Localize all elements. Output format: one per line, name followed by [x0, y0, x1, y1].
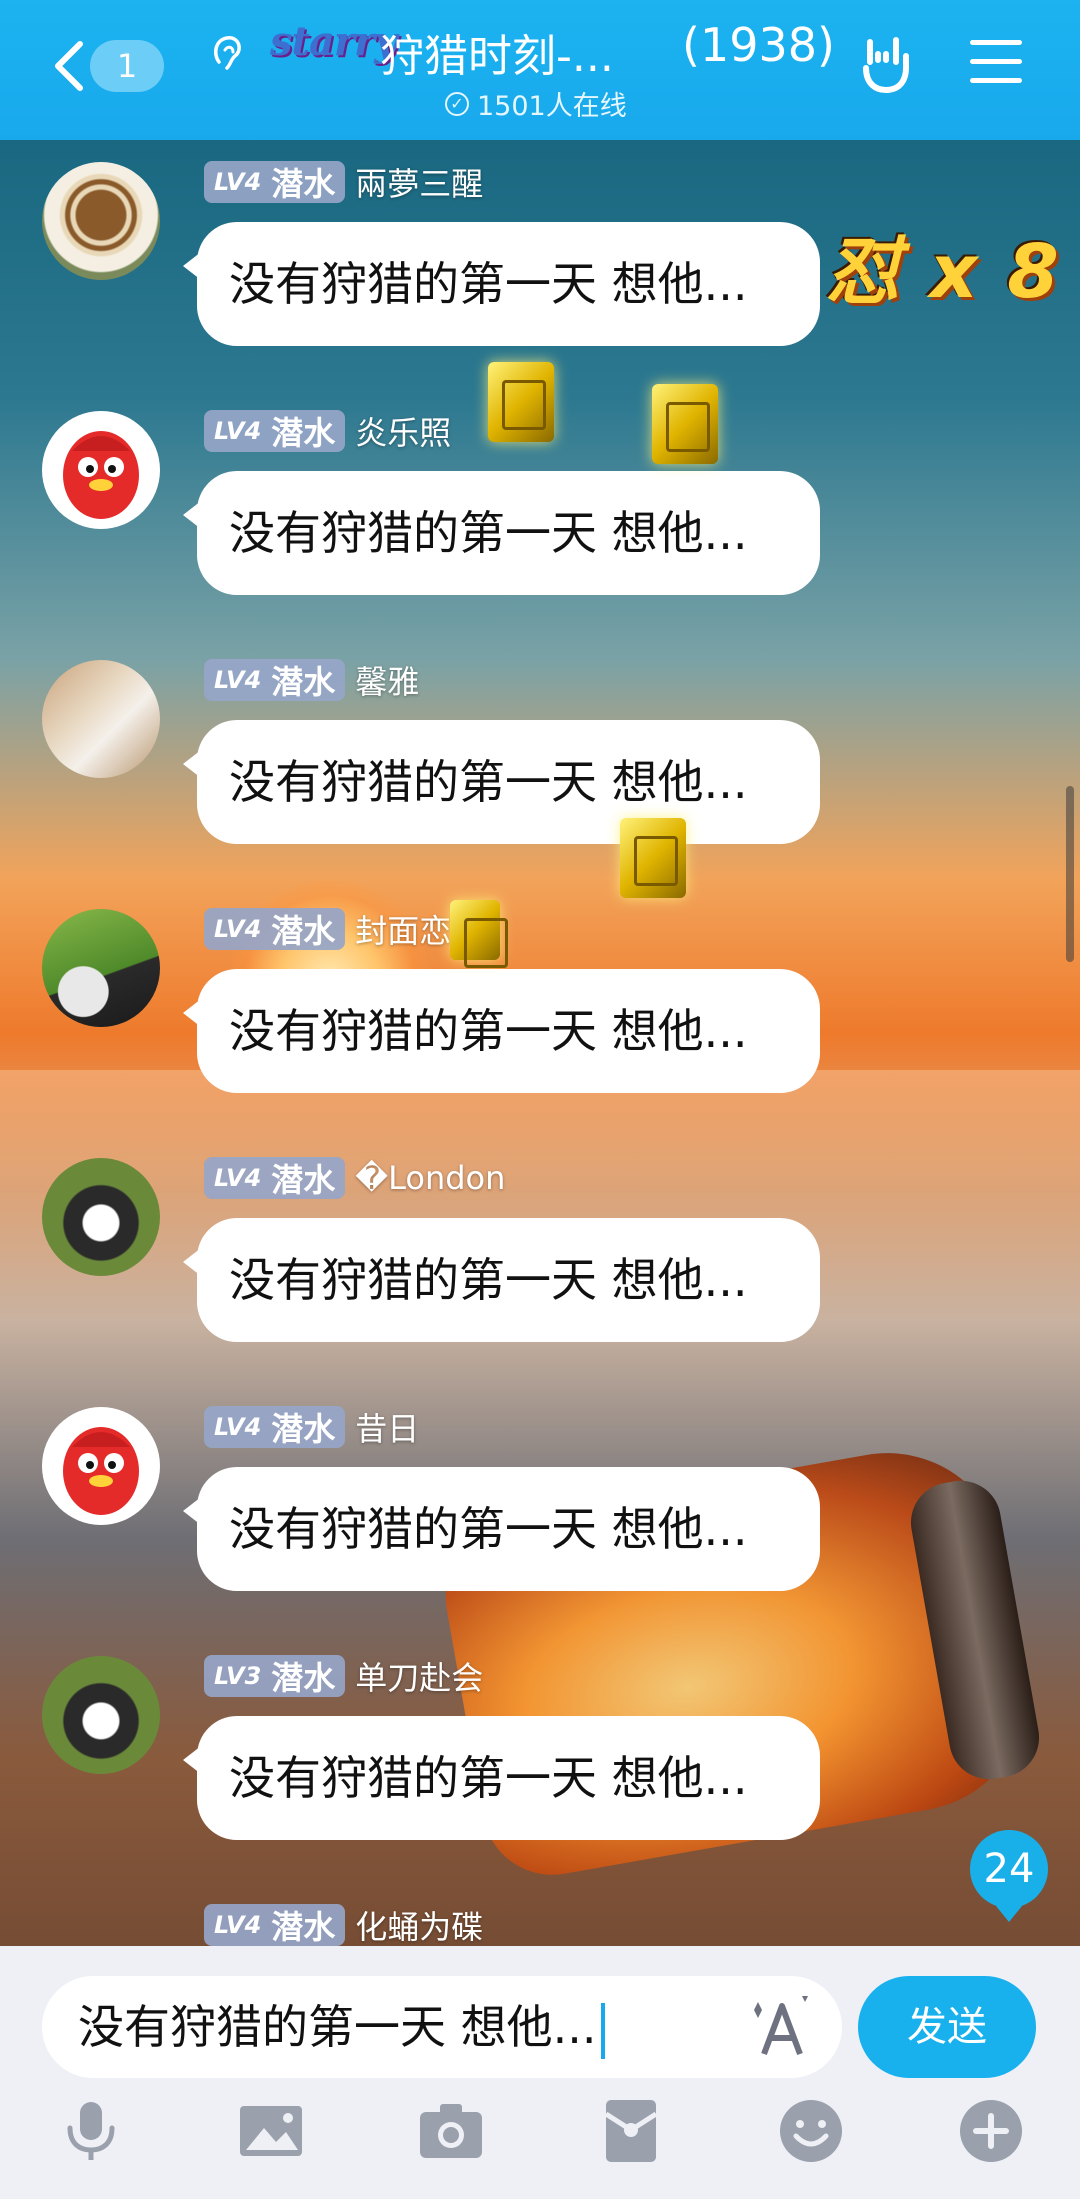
message-item: LV4 潜水 封面恋 没有狩猎的第一天 想他... [0, 889, 1080, 1139]
rank-label: 潜水 [271, 1659, 336, 1697]
message-input[interactable]: 没有狩猎的第一天 想他... [42, 1976, 842, 2078]
level-label: LV4 [214, 1911, 262, 1939]
gift-box-icon [488, 362, 554, 442]
level-label: LV4 [214, 1413, 262, 1441]
group-logo: starry [270, 18, 397, 65]
message-bubble[interactable]: 没有狩猎的第一天 想他... [183, 1467, 820, 1591]
check-circle-icon: ✓ [445, 91, 469, 116]
sender-meta: LV4 潜水 化蛹为碟 [204, 1903, 483, 1946]
level-badge: LV4 潜水 [204, 410, 346, 452]
group-title[interactable]: 狩猎时刻-... [380, 20, 614, 84]
sender-meta: LV4 潜水 封面恋 [204, 907, 451, 951]
sender-name[interactable]: 昔日 [355, 1404, 419, 1450]
rank-label: 潜水 [271, 165, 336, 203]
message-bubble[interactable]: 没有狩猎的第一天 想他... [183, 720, 820, 844]
level-label: LV4 [214, 666, 262, 694]
sender-name[interactable]: �London [355, 1159, 505, 1197]
message-item: LV4 潜水 昔日 没有狩猎的第一天 想他... [0, 1387, 1080, 1637]
message-composer: 没有狩猎的第一天 想他... 发送 [0, 1946, 1080, 2199]
level-label: LV4 [214, 915, 262, 943]
level-badge: LV4 潜水 [204, 659, 346, 701]
message-input-value: 没有狩猎的第一天 想他... [78, 2000, 597, 2054]
level-label: LV4 [214, 1164, 262, 1192]
member-count: (1938) [682, 18, 835, 72]
unread-count-badge[interactable]: 1 [90, 40, 164, 92]
emoji-icon[interactable] [776, 2096, 846, 2166]
sender-meta: LV4 潜水 兩夢三醒 [204, 160, 483, 204]
sender-meta: LV3 潜水 单刀赴会 [204, 1654, 483, 1698]
sender-name[interactable]: 单刀赴会 [355, 1653, 483, 1699]
new-messages-badge[interactable]: 24 [970, 1830, 1048, 1922]
message-bubble[interactable]: 没有狩猎的第一天 想他... [183, 471, 820, 595]
sender-name[interactable]: 兩夢三醒 [355, 159, 483, 205]
red-packet-icon[interactable] [596, 2096, 666, 2166]
avatar[interactable] [42, 909, 160, 1027]
avatar[interactable] [42, 660, 160, 778]
message-item: LV3 潜水 单刀赴会 没有狩猎的第一天 想他... [0, 1636, 1080, 1886]
rank-label: 潜水 [271, 1410, 336, 1448]
message-bubble[interactable]: 没有狩猎的第一天 想他... [183, 222, 820, 346]
message-bubble[interactable]: 没有狩猎的第一天 想他... [183, 1218, 820, 1342]
avatar[interactable] [42, 1656, 160, 1774]
qq-penguin-icon [63, 1427, 139, 1515]
avatar[interactable] [42, 1158, 160, 1276]
qq-penguin-icon [63, 431, 139, 519]
level-label: LV3 [214, 1662, 262, 1690]
avatar[interactable] [42, 1407, 160, 1525]
microphone-icon[interactable] [56, 2096, 126, 2166]
message-item: LV4 潜水 馨雅 没有狩猎的第一天 想他... [0, 640, 1080, 890]
rank-label: 潜水 [271, 414, 336, 452]
message-bubble[interactable]: 没有狩猎的第一天 想他... [183, 1716, 820, 1840]
sender-meta: LV4 潜水 馨雅 [204, 658, 419, 702]
image-icon[interactable] [236, 2096, 306, 2166]
level-badge: LV4 潜水 [204, 1406, 346, 1448]
online-count: 1501人在线 [477, 91, 627, 122]
send-button[interactable]: 发送 [858, 1976, 1036, 2078]
gift-box-icon [450, 900, 508, 968]
rank-label: 潜水 [271, 912, 336, 950]
camera-icon[interactable] [416, 2096, 486, 2166]
ear-icon[interactable] [205, 32, 249, 76]
message-item: LV4 潜水 �London 没有狩猎的第一天 想他... [0, 1138, 1080, 1388]
rank-label: 潜水 [271, 1908, 336, 1946]
level-label: LV4 [214, 168, 262, 196]
rock-hand-icon[interactable] [856, 32, 916, 96]
level-badge: LV3 潜水 [204, 1655, 346, 1697]
menu-icon[interactable] [970, 40, 1022, 86]
rank-label: 潜水 [271, 1161, 336, 1199]
level-label: LV4 [214, 417, 262, 445]
level-badge: LV4 潜水 [204, 1157, 346, 1199]
rank-label: 潜水 [271, 663, 336, 701]
level-badge: LV4 潜水 [204, 1904, 346, 1946]
gift-combo-counter: 怼 x 8 [826, 229, 1061, 315]
sender-name[interactable]: 馨雅 [355, 657, 419, 703]
back-arrow-icon[interactable] [50, 38, 90, 94]
message-bubble[interactable]: 没有狩猎的第一天 想他... [183, 969, 820, 1093]
scrollbar[interactable] [1066, 786, 1074, 962]
top-bar: 1 starry 狩猎时刻-... (1938) ✓ 1501人在线 [0, 0, 1080, 140]
sender-meta: LV4 潜水 昔日 [204, 1405, 419, 1449]
online-status: ✓ 1501人在线 [445, 84, 627, 123]
sender-meta: LV4 潜水 炎乐照 [204, 409, 451, 453]
sender-name[interactable]: 封面恋 [355, 906, 451, 952]
sender-name[interactable]: 化蛹为碟 [355, 1902, 483, 1946]
gift-box-icon [652, 384, 718, 464]
text-caret [600, 2002, 605, 2059]
avatar[interactable] [42, 162, 160, 280]
sender-meta: LV4 潜水 �London [204, 1156, 505, 1200]
plus-icon[interactable] [956, 2096, 1026, 2166]
level-badge: LV4 潜水 [204, 161, 346, 203]
gift-box-icon [620, 818, 686, 898]
font-style-icon[interactable] [746, 1992, 816, 2062]
level-badge: LV4 潜水 [204, 908, 346, 950]
sender-name[interactable]: 炎乐照 [355, 408, 451, 454]
avatar[interactable] [42, 411, 160, 529]
message-item: LV4 潜水 化蛹为碟 [0, 1885, 1080, 1946]
